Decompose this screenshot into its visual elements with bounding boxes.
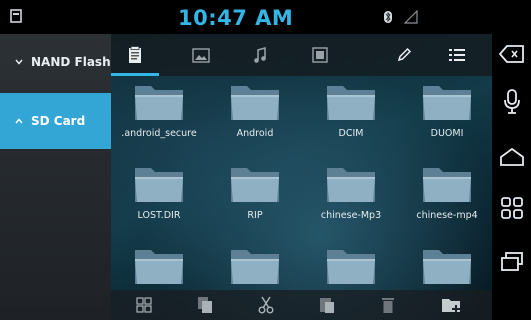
paste-icon: [320, 298, 334, 313]
folder-icon: [327, 168, 375, 202]
file-browser: .android_secure Android DCIM DUOMI LOST.DIR R…: [111, 34, 492, 320]
folder-name: chinese-mp4: [416, 210, 478, 221]
folder-name: chinese-Mp3: [320, 210, 382, 221]
cut-icon: [258, 296, 274, 314]
back-icon: [499, 45, 524, 63]
folder-icon: [231, 250, 279, 284]
tab-files[interactable]: [111, 34, 159, 76]
folder-name: Android: [236, 128, 274, 139]
mic-icon: [504, 89, 520, 114]
signal-icon: [404, 10, 418, 24]
video-icon: [312, 47, 328, 63]
new-folder-button[interactable]: [441, 294, 463, 316]
tab-edit[interactable]: [380, 34, 428, 76]
copy-icon: [198, 297, 212, 313]
storage-nand-flash[interactable]: NAND Flash: [0, 34, 111, 90]
folder-icon: [423, 168, 471, 202]
folder-name: LOST.DIR: [137, 210, 181, 221]
folder-icon: [327, 86, 375, 120]
music-icon: [254, 46, 266, 63]
voice-search-button[interactable]: [498, 88, 526, 116]
folder-item[interactable]: RIP: [207, 158, 303, 240]
storage-sd-card[interactable]: SD Card: [0, 93, 111, 149]
clock: 10:47 AM: [178, 6, 294, 30]
folder-item[interactable]: LOST.DIR: [111, 158, 207, 240]
cut-button[interactable]: [255, 294, 277, 316]
tab-video[interactable]: [296, 34, 344, 76]
folder-item[interactable]: DCIM: [303, 76, 399, 158]
tab-images[interactable]: [177, 34, 225, 76]
folder-name: RIP: [247, 210, 263, 221]
apps-button[interactable]: [498, 194, 526, 222]
folder-icon: [423, 86, 471, 120]
tab-list-view[interactable]: [433, 34, 481, 76]
chevron-down-icon: [15, 59, 23, 65]
folder-item[interactable]: DUOMI: [399, 76, 492, 158]
action-bar: [111, 290, 492, 320]
folder-grid: .android_secure Android DCIM DUOMI LOST.DIR R…: [111, 76, 492, 294]
select-all-icon: [136, 297, 152, 313]
home-icon: [500, 147, 524, 166]
folder-item[interactable]: Android: [207, 76, 303, 158]
folder-item[interactable]: chinese-Mp3: [303, 158, 399, 240]
pencil-icon: [397, 47, 412, 62]
tab-music[interactable]: [236, 34, 284, 76]
select-all-button[interactable]: [133, 294, 155, 316]
status-bar: 10:47 AM: [0, 0, 492, 34]
folder-icon: [231, 86, 279, 120]
folder-icon: [135, 250, 183, 284]
notification-icon: [10, 9, 22, 23]
copy-button[interactable]: [194, 294, 216, 316]
storage-label: SD Card: [31, 114, 86, 128]
folder-icon: [327, 250, 375, 284]
files-icon: [129, 46, 141, 63]
system-nav-bar: [492, 0, 531, 320]
storage-panel: NAND Flash SD Card: [0, 34, 111, 320]
folder-name: DUOMI: [430, 128, 464, 139]
folder-icon: [231, 168, 279, 202]
folder-name: .android_secure: [121, 128, 197, 139]
folder-item[interactable]: .android_secure: [111, 76, 207, 158]
folder-item[interactable]: chinese-mp4: [399, 158, 492, 240]
image-icon: [192, 47, 210, 63]
folder-name: DCIM: [338, 128, 364, 139]
category-tabs: [111, 34, 492, 76]
new-folder-icon: [442, 299, 460, 313]
chevron-up-icon: [15, 118, 23, 124]
back-button[interactable]: [498, 40, 526, 68]
list-icon: [449, 49, 465, 61]
apps-icon: [501, 197, 523, 219]
folder-icon: [423, 250, 471, 284]
delete-icon: [382, 298, 394, 313]
folder-icon: [135, 168, 183, 202]
home-button[interactable]: [498, 143, 526, 171]
paste-button[interactable]: [316, 294, 338, 316]
bluetooth-icon: [384, 11, 392, 23]
recents-button[interactable]: [498, 248, 526, 276]
storage-label: NAND Flash: [31, 55, 111, 69]
delete-button[interactable]: [377, 294, 399, 316]
recents-icon: [501, 252, 523, 271]
folder-icon: [135, 86, 183, 120]
screen: 10:47 AM NAND Flash SD Card .android_sec…: [0, 0, 531, 320]
